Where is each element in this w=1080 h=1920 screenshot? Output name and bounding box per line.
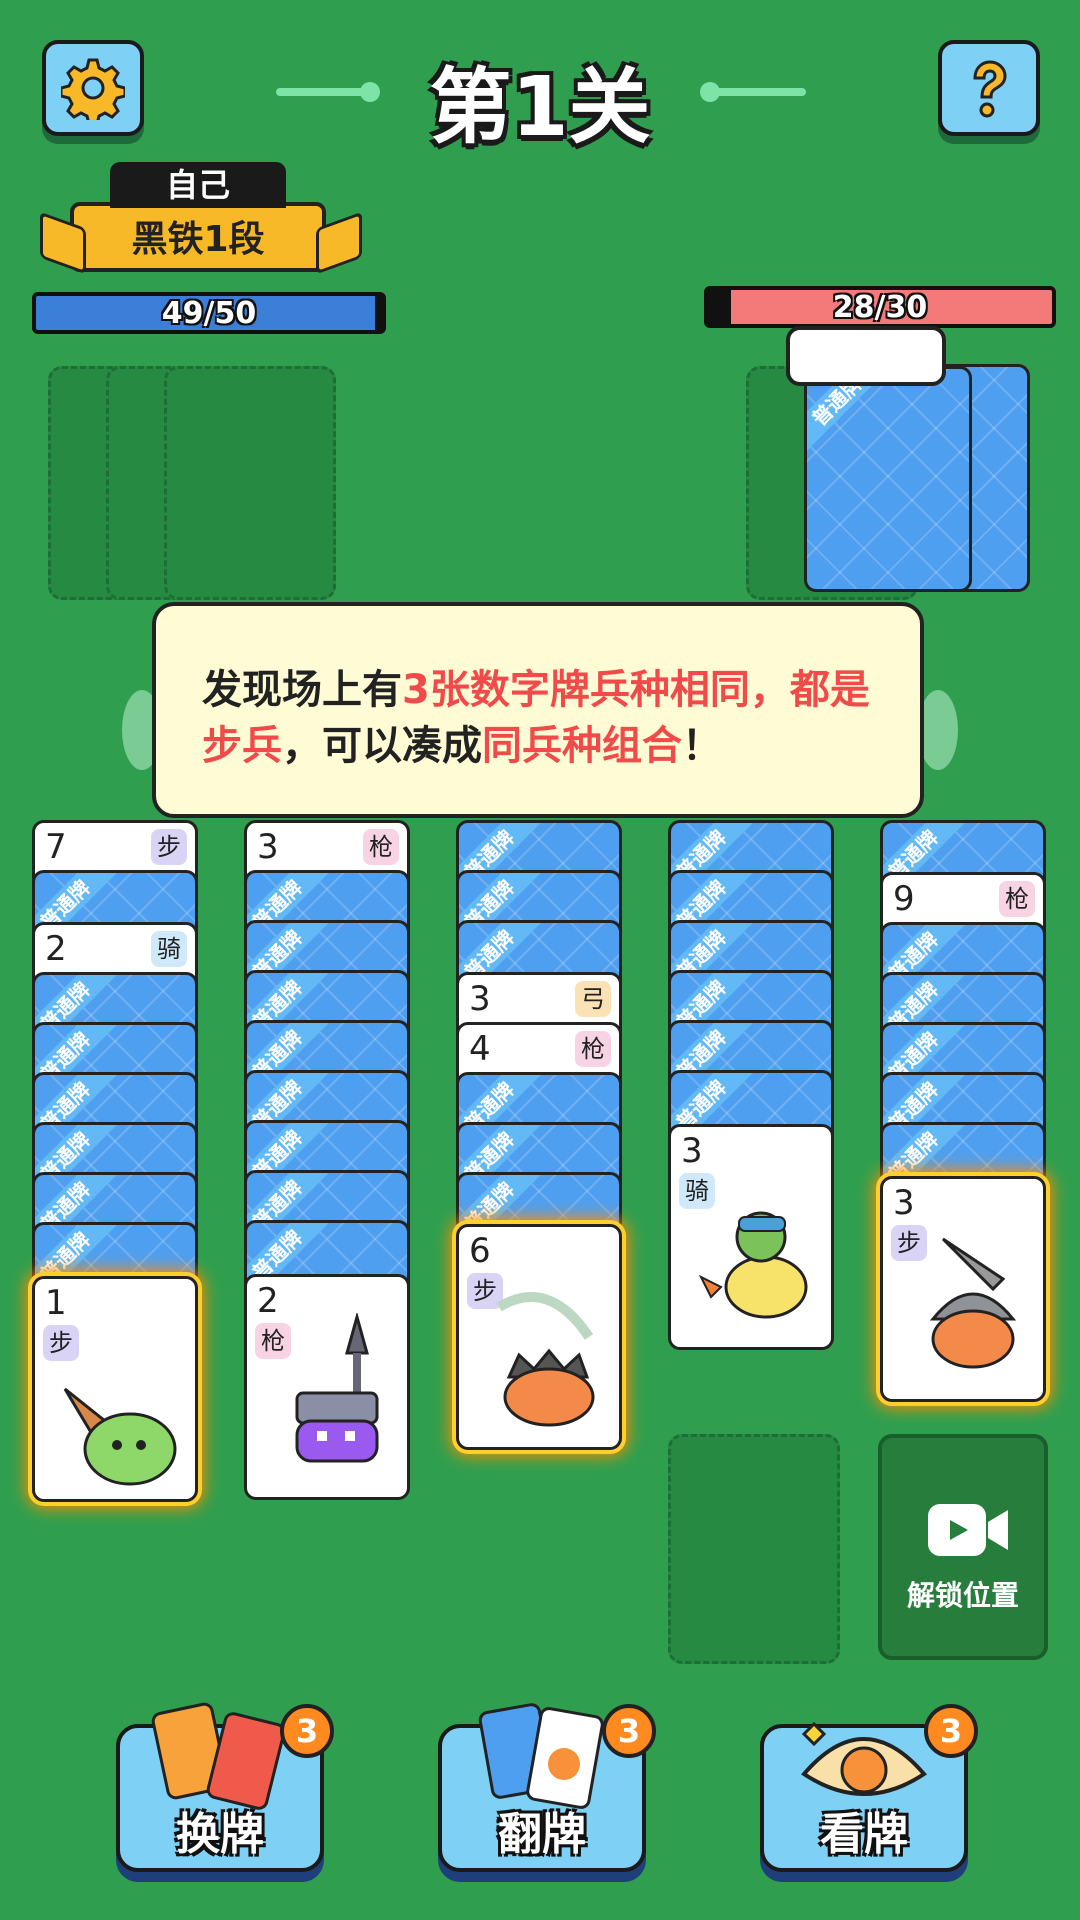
player-rank: 黑铁1段 bbox=[131, 219, 265, 260]
title-deco-right bbox=[716, 88, 806, 96]
slime-soldier-icon bbox=[63, 1387, 177, 1486]
player-slot-3 bbox=[164, 366, 336, 600]
col5-front-card[interactable]: 3步 bbox=[880, 1176, 1046, 1402]
col1-front-card[interactable]: 1步 bbox=[32, 1276, 198, 1502]
peek-cards-count: 3 bbox=[924, 1704, 978, 1758]
col3-front-card[interactable]: 6步 bbox=[456, 1224, 622, 1450]
flip-card-count: 3 bbox=[602, 1704, 656, 1758]
level-title: 第1关 bbox=[429, 60, 651, 155]
spiked-warrior-icon bbox=[496, 1292, 595, 1427]
tutorial-tip: 发现场上有3张数字牌兵种相同，都是步兵，可以凑成同兵种组合！ bbox=[152, 602, 924, 818]
unlock-slot-button[interactable]: 解锁位置 bbox=[878, 1434, 1048, 1660]
opponent-card-back-1: 普通牌 bbox=[804, 366, 972, 592]
unlock-label: 解锁位置 bbox=[906, 1579, 1019, 1612]
col4-front-card[interactable]: 3骑 bbox=[668, 1124, 834, 1350]
video-camera-icon bbox=[928, 1504, 1008, 1556]
tip-text: 发现场上有3张数字牌兵种相同，都是步兵，可以凑成同兵种组合！ bbox=[202, 667, 870, 769]
helmet-knight-icon bbox=[929, 1237, 1017, 1369]
peek-cards-label: 看牌 bbox=[820, 1809, 908, 1860]
opponent-speech-bubble bbox=[786, 326, 946, 386]
swap-cards-count: 3 bbox=[280, 1704, 334, 1758]
player-hp-text: 49/50 bbox=[161, 296, 257, 331]
empty-card-slot[interactable] bbox=[668, 1434, 840, 1664]
player-rank-badge: 自己 黑铁1段 bbox=[40, 162, 362, 280]
question-icon bbox=[973, 60, 1007, 118]
opponent-hp-bar: 28/30 bbox=[704, 286, 1056, 328]
opponent-hp-text: 28/30 bbox=[832, 290, 928, 325]
col2-front-card[interactable]: 2枪 bbox=[244, 1274, 410, 1500]
tip-leaf-right bbox=[918, 690, 958, 770]
help-button[interactable] bbox=[938, 40, 1040, 136]
eye-icon bbox=[801, 1721, 927, 1796]
swap-cards-label: 换牌 bbox=[176, 1809, 264, 1860]
player-name: 自己 bbox=[110, 162, 286, 208]
chicken-rider-icon bbox=[698, 1211, 808, 1319]
player-hp-bar: 49/50 bbox=[32, 292, 386, 334]
flip-card-label: 翻牌 bbox=[498, 1809, 586, 1860]
spear-knight-icon bbox=[295, 1313, 379, 1463]
